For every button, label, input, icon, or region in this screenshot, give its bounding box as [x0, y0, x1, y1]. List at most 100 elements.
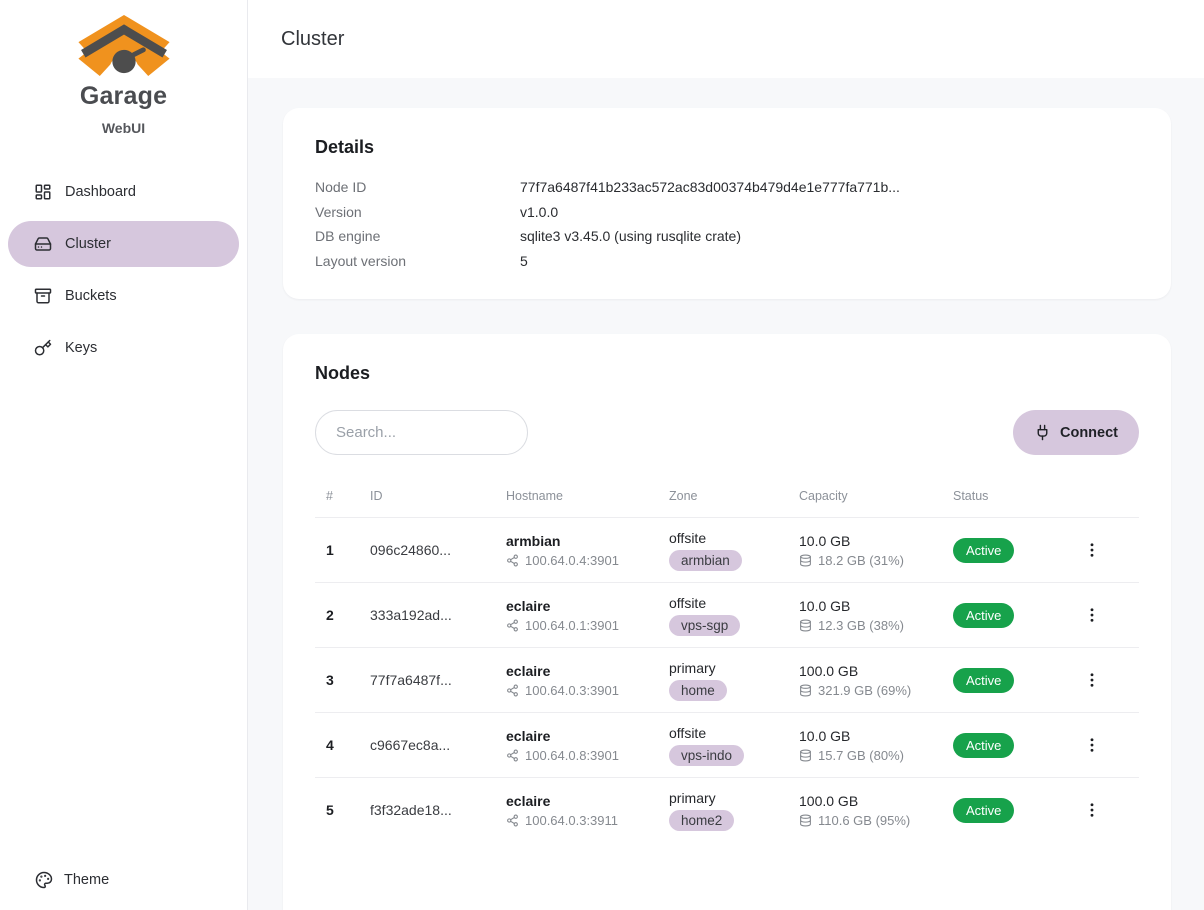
- nodes-toolbar: Connect: [315, 410, 1139, 455]
- node-address-line: 100.64.0.8:3901: [506, 748, 658, 763]
- node-hostname-cell: eclaire 100.64.0.1:3901: [495, 598, 658, 633]
- app-logo: [0, 0, 247, 82]
- col-status: Status: [942, 489, 1066, 503]
- nav-icon: [34, 183, 52, 201]
- node-id: 333a192ad...: [359, 607, 495, 623]
- sidebar: Garage WebUI Dashboard Cluster Buckets K…: [0, 0, 248, 910]
- detail-value: 5: [520, 252, 528, 272]
- node-address: 100.64.0.3:3911: [525, 813, 618, 828]
- node-zone-cell: offsite armbian: [658, 530, 788, 571]
- database-icon: [799, 684, 812, 697]
- zone-badge: home2: [669, 810, 734, 831]
- database-icon: [799, 619, 812, 632]
- node-capacity: 10.0 GB: [799, 533, 942, 549]
- detail-value: sqlite3 v3.45.0 (using rusqlite crate): [520, 227, 741, 247]
- col-id: ID: [359, 489, 495, 503]
- node-address: 100.64.0.1:3901: [525, 618, 619, 633]
- node-status-cell: Active: [942, 603, 1066, 628]
- theme-button[interactable]: Theme: [0, 871, 247, 910]
- col-zone: Zone: [658, 489, 788, 503]
- node-usage: 18.2 GB (31%): [818, 553, 904, 568]
- row-menu-button[interactable]: [1077, 797, 1107, 823]
- details-card: Details Node ID 77f7a6487f41b233ac572ac8…: [283, 108, 1171, 299]
- row-menu-button[interactable]: [1077, 602, 1107, 628]
- node-status-cell: Active: [942, 538, 1066, 563]
- detail-label: Node ID: [315, 178, 520, 198]
- node-capacity-cell: 100.0 GB 321.9 GB (69%): [788, 663, 942, 698]
- nav-icon: [34, 287, 52, 305]
- node-usage: 12.3 GB (38%): [818, 618, 904, 633]
- sidebar-item-label: Keys: [65, 340, 97, 356]
- detail-label: Version: [315, 203, 520, 223]
- node-number: 4: [315, 737, 359, 753]
- node-usage-line: 110.6 GB (95%): [799, 813, 942, 828]
- zone-badge: vps-indo: [669, 745, 744, 766]
- node-hostname: eclaire: [506, 663, 658, 679]
- plug-icon: [1034, 424, 1051, 441]
- node-usage: 321.9 GB (69%): [818, 683, 911, 698]
- row-menu-button[interactable]: [1077, 667, 1107, 693]
- node-usage-line: 15.7 GB (80%): [799, 748, 942, 763]
- node-status-cell: Active: [942, 668, 1066, 693]
- node-usage-line: 18.2 GB (31%): [799, 553, 942, 568]
- node-capacity: 10.0 GB: [799, 728, 942, 744]
- node-zone-cell: offsite vps-indo: [658, 725, 788, 766]
- database-icon: [799, 814, 812, 827]
- status-badge: Active: [953, 668, 1014, 693]
- node-number: 5: [315, 802, 359, 818]
- database-icon: [799, 554, 812, 567]
- col-hostname: Hostname: [495, 489, 658, 503]
- status-badge: Active: [953, 798, 1014, 823]
- garage-logo-icon: [77, 13, 171, 77]
- node-status-cell: Active: [942, 733, 1066, 758]
- node-actions-cell: [1066, 732, 1139, 759]
- status-badge: Active: [953, 733, 1014, 758]
- zone-type: offsite: [669, 725, 788, 741]
- kebab-icon: [1083, 671, 1101, 689]
- content: Details Node ID 77f7a6487f41b233ac572ac8…: [248, 78, 1204, 910]
- zone-type: primary: [669, 790, 788, 806]
- database-icon: [799, 749, 812, 762]
- node-hostname: eclaire: [506, 793, 658, 809]
- node-address-line: 100.64.0.4:3901: [506, 553, 658, 568]
- sidebar-item[interactable]: Cluster: [8, 221, 239, 267]
- sidebar-nav: Dashboard Cluster Buckets Keys: [0, 169, 247, 371]
- sidebar-item[interactable]: Keys: [8, 325, 239, 371]
- node-hostname: eclaire: [506, 728, 658, 744]
- node-address: 100.64.0.8:3901: [525, 748, 619, 763]
- node-actions-cell: [1066, 797, 1139, 824]
- node-id: c9667ec8a...: [359, 737, 495, 753]
- row-menu-button[interactable]: [1077, 732, 1107, 758]
- zone-badge: vps-sgp: [669, 615, 740, 636]
- app-subtitle: WebUI: [0, 120, 247, 136]
- nodes-card: Nodes Connect # ID Hostname Zone Capacit…: [283, 334, 1171, 910]
- zone-badge: armbian: [669, 550, 742, 571]
- node-status-cell: Active: [942, 798, 1066, 823]
- share-icon: [506, 554, 519, 567]
- node-number: 1: [315, 542, 359, 558]
- app-name: Garage: [0, 82, 247, 111]
- sidebar-item-label: Buckets: [65, 288, 117, 304]
- nav-icon: [34, 235, 52, 253]
- table-row: 1 096c24860... armbian 100.64.0.4:3901 o…: [315, 517, 1139, 582]
- sidebar-item[interactable]: Buckets: [8, 273, 239, 319]
- node-capacity: 100.0 GB: [799, 793, 942, 809]
- node-actions-cell: [1066, 667, 1139, 694]
- sidebar-item[interactable]: Dashboard: [8, 169, 239, 215]
- node-hostname-cell: armbian 100.64.0.4:3901: [495, 533, 658, 568]
- node-id: 096c24860...: [359, 542, 495, 558]
- detail-value: 77f7a6487f41b233ac572ac83d00374b479d4e1e…: [520, 178, 900, 198]
- share-icon: [506, 749, 519, 762]
- row-menu-button[interactable]: [1077, 537, 1107, 563]
- search-input[interactable]: [315, 410, 528, 455]
- kebab-icon: [1083, 801, 1101, 819]
- detail-row: Layout version 5: [315, 252, 1139, 272]
- node-capacity: 10.0 GB: [799, 598, 942, 614]
- node-address-line: 100.64.0.1:3901: [506, 618, 658, 633]
- detail-row: Node ID 77f7a6487f41b233ac572ac83d00374b…: [315, 178, 1139, 198]
- node-capacity-cell: 100.0 GB 110.6 GB (95%): [788, 793, 942, 828]
- kebab-icon: [1083, 541, 1101, 559]
- connect-button[interactable]: Connect: [1013, 410, 1139, 455]
- node-hostname-cell: eclaire 100.64.0.3:3901: [495, 663, 658, 698]
- nodes-table: # ID Hostname Zone Capacity Status 1 096…: [315, 475, 1139, 842]
